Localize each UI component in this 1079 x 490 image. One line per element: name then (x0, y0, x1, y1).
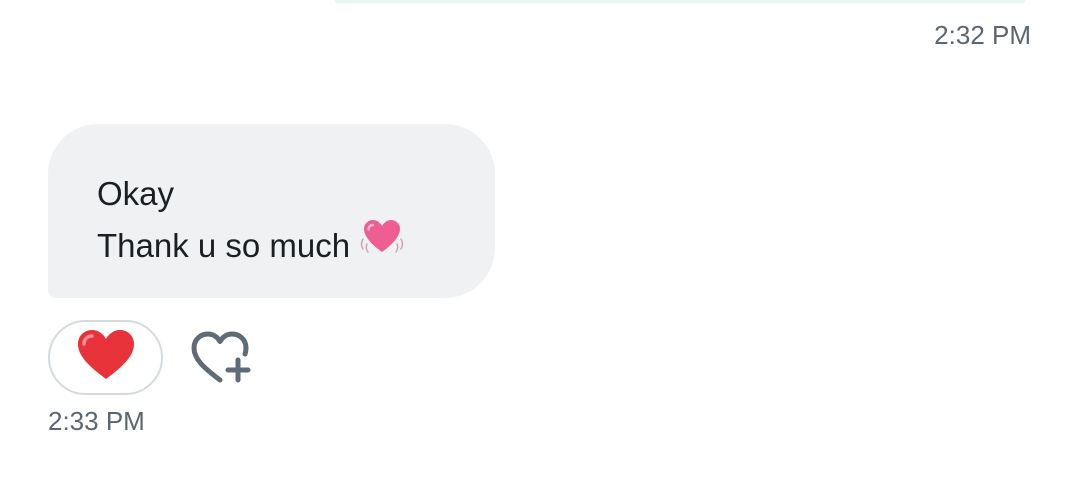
received-message-timestamp: 2:33 PM (48, 406, 145, 436)
message-line-2: Thank u so much (97, 217, 495, 276)
beating-heart-emoji (360, 217, 404, 272)
received-message-bubble[interactable]: Okay Thank u so much (48, 124, 495, 298)
red-heart-emoji (75, 327, 137, 388)
message-line-1: Okay (97, 175, 175, 212)
message-line-2-text: Thank u so much (97, 227, 351, 264)
previous-sent-message-bubble[interactable] (335, 0, 1025, 3)
heart-plus-icon (190, 331, 256, 390)
chat-conversation: 2:32 PM Okay Thank u so much 2:33 PM (0, 0, 1079, 490)
reaction-red-heart[interactable] (48, 320, 163, 395)
add-reaction-button[interactable] (190, 328, 256, 386)
sent-message-timestamp: 2:32 PM (934, 20, 1031, 50)
